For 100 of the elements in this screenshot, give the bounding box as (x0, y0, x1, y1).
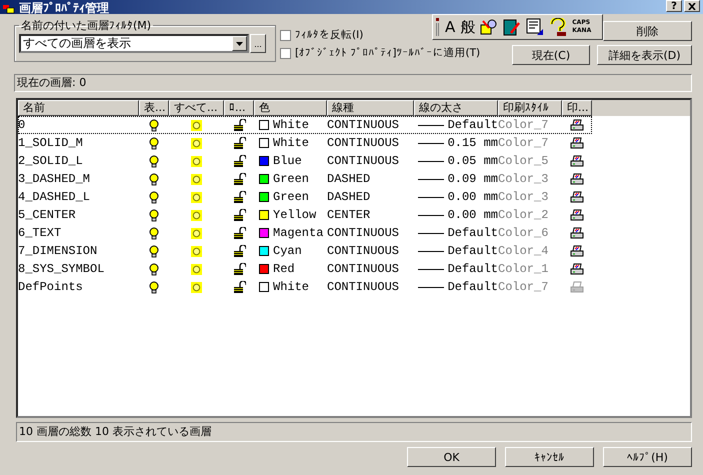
sun-icon[interactable] (191, 192, 202, 202)
plot-style-text: Color_7 (498, 118, 548, 132)
printer-icon[interactable] (570, 154, 584, 168)
layer-row[interactable]: DefPoints White CONTINUOUS DefaultColor_7 (18, 278, 592, 296)
lineweight-sample-line (418, 250, 444, 252)
plot-style-text: Color_2 (498, 208, 548, 222)
lineweight-text: Default (448, 280, 498, 294)
help-question-icon[interactable] (549, 18, 568, 36)
lock-open-icon[interactable] (232, 119, 246, 131)
layer-row[interactable]: 0 White CONTINUOUS DefaultColor_7 (18, 116, 592, 134)
printer-icon[interactable] (570, 208, 584, 222)
sun-icon[interactable] (191, 264, 202, 274)
checkbox[interactable] (280, 48, 291, 58)
dialog-button[interactable]: ﾍﾙﾌﾟ(H) (603, 447, 692, 467)
lock-open-icon[interactable] (232, 209, 246, 221)
layer-row[interactable]: 1_SOLID_M White CONTINUOUS 0.15 mmColor_7 (18, 134, 592, 152)
sun-icon[interactable] (191, 246, 202, 256)
sun-icon[interactable] (191, 174, 202, 184)
plot-style-text: Color_7 (498, 136, 548, 150)
linetype-text: DASHED (327, 172, 370, 186)
layer-row[interactable]: 7_DIMENSION Cyan CONTINUOUS DefaultColor_4 (18, 242, 592, 260)
layer-name: 8_SYS_SYMBOL (18, 262, 104, 276)
linetype-text: CONTINUOUS (327, 244, 400, 258)
delete-button[interactable]: 削除 (603, 21, 692, 41)
lightbulb-icon[interactable] (149, 244, 159, 258)
dialog-button[interactable]: OK (407, 447, 496, 467)
lock-open-icon[interactable] (232, 281, 246, 293)
linetype-text: CENTER (327, 208, 370, 222)
lightbulb-icon[interactable] (149, 262, 159, 276)
layer-row[interactable]: 3_DASHED_M Green DASHED 0.09 mmColor_3 (18, 170, 592, 188)
layer-row[interactable]: 8_SYS_SYMBOL Red CONTINUOUS DefaultColor_1 (18, 260, 592, 278)
lineweight-sample-line (418, 214, 444, 216)
lineweight-text: 0.05 mm (448, 154, 498, 168)
column-header[interactable]: 線種 (327, 100, 414, 116)
dialog-button[interactable]: ｷｬﾝｾﾙ (505, 447, 594, 467)
sun-icon[interactable] (191, 120, 202, 130)
printer-icon[interactable] (570, 136, 584, 150)
sun-icon[interactable] (191, 138, 202, 148)
lock-open-icon[interactable] (232, 155, 246, 167)
printer-icon[interactable] (570, 190, 584, 204)
layer-row[interactable]: 6_TEXT Magenta CONTINUOUS DefaultColor_6 (18, 224, 592, 242)
checkbox[interactable] (280, 30, 291, 40)
lock-open-icon[interactable] (232, 227, 246, 239)
column-header[interactable]: 印... (562, 100, 592, 116)
lock-open-icon[interactable] (232, 191, 246, 203)
layer-row[interactable]: 4_DASHED_L Green DASHED 0.00 mmColor_3 (18, 188, 592, 206)
close-button[interactable] (684, 0, 700, 12)
help-button[interactable]: ? (666, 0, 682, 12)
column-header[interactable]: 線の太さ (414, 100, 498, 116)
sun-icon[interactable] (191, 156, 202, 166)
printer-icon[interactable] (570, 244, 584, 258)
plot-style-text: Color_5 (498, 154, 548, 168)
color-name: White (273, 118, 310, 132)
document-icon[interactable] (526, 18, 544, 36)
lightbulb-icon[interactable] (149, 136, 159, 150)
set-current-button[interactable]: 現在(C) (512, 45, 590, 65)
lightbulb-icon[interactable] (149, 190, 159, 204)
printer-icon[interactable] (570, 118, 584, 132)
layer-row[interactable]: 2_SOLID_L Blue CONTINUOUS 0.05 mmColor_5 (18, 152, 592, 170)
lock-open-icon[interactable] (232, 263, 246, 275)
notebook-icon[interactable] (503, 18, 522, 36)
sun-icon[interactable] (191, 282, 202, 292)
lightbulb-icon[interactable] (149, 154, 159, 168)
color-name: Cyan (273, 244, 302, 258)
ime-mode-glyph[interactable]: 般 (460, 18, 476, 36)
lock-open-icon[interactable] (232, 137, 246, 149)
linetype-text: CONTINUOUS (327, 262, 400, 276)
dropdown-arrow-icon (236, 42, 243, 46)
column-header[interactable]: 色 (254, 100, 327, 116)
show-details-button[interactable]: 詳細を表示(D) (597, 45, 692, 65)
linetype-text: CONTINUOUS (327, 136, 400, 150)
browse-button[interactable]: ... (250, 34, 266, 53)
layer-filter-dropdown[interactable]: すべての画層を表示 (19, 34, 249, 53)
layer-name: 5_CENTER (18, 208, 76, 222)
sun-icon[interactable] (191, 210, 202, 220)
lineweight-text: 0.00 mm (448, 208, 498, 222)
lock-open-icon[interactable] (232, 245, 246, 257)
lineweight-sample-line (418, 286, 444, 288)
layer-name: DefPoints (18, 280, 83, 294)
sun-icon[interactable] (191, 228, 202, 238)
lightbulb-icon[interactable] (149, 172, 159, 186)
layer-row[interactable]: 5_CENTER Yellow CENTER 0.00 mmColor_2 (18, 206, 592, 224)
lock-open-icon[interactable] (232, 173, 246, 185)
lightbulb-icon[interactable] (149, 208, 159, 222)
plot-style-text: Color_3 (498, 172, 548, 186)
lightbulb-icon[interactable] (149, 280, 159, 294)
linetype-text: CONTINUOUS (327, 280, 400, 294)
printer-icon[interactable] (570, 226, 584, 240)
lightbulb-icon[interactable] (149, 118, 159, 132)
column-header[interactable]: 印刷ｽﾀｲﾙ (498, 100, 562, 116)
column-header[interactable]: すべて... (169, 100, 224, 116)
grip-icon (436, 18, 440, 36)
column-header[interactable]: ﾛ... (224, 100, 254, 116)
ime-mode-glyph[interactable]: A (445, 18, 456, 36)
printer-icon[interactable] (570, 262, 584, 276)
layer-name: 7_DIMENSION (18, 244, 98, 258)
printer-icon[interactable] (570, 172, 584, 186)
column-header[interactable]: 表... (139, 100, 169, 116)
column-header[interactable]: 名前 (18, 100, 139, 116)
lightbulb-icon[interactable] (149, 226, 159, 240)
